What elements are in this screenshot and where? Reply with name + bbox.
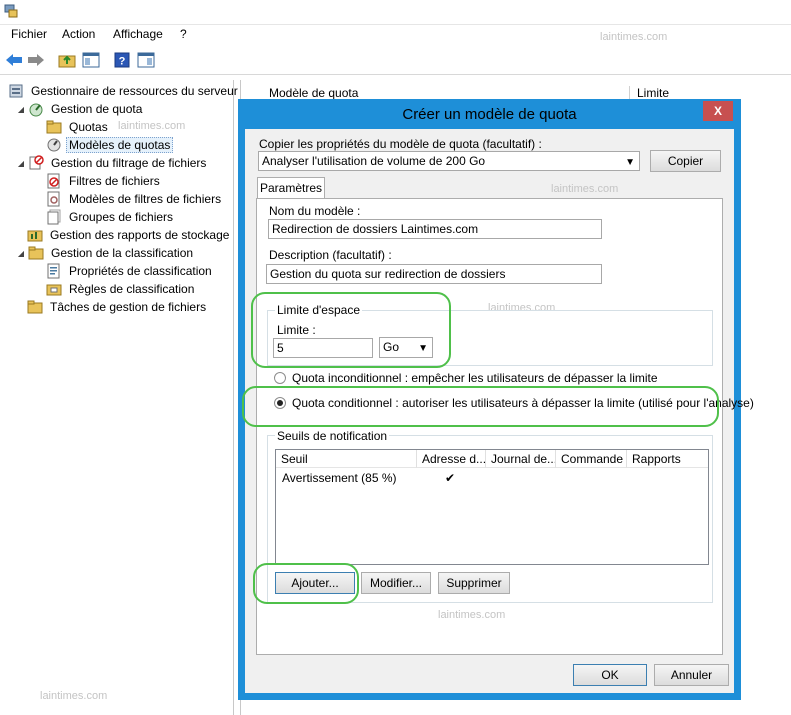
highlight-space-limit: [251, 292, 451, 368]
close-button[interactable]: X: [703, 101, 733, 121]
menu-action[interactable]: Action: [60, 27, 97, 41]
notification-thresholds-label: Seuils de notification: [275, 429, 390, 443]
storage-reports-icon: [27, 230, 43, 242]
tree-item-modeles-filtres[interactable]: Modèles de filtres de fichiers: [46, 190, 224, 208]
tree-item-taches[interactable]: Tâches de gestion de fichiers: [27, 298, 209, 316]
svg-text:?: ?: [119, 56, 126, 68]
expand-arrow-icon[interactable]: ◢: [16, 159, 26, 168]
description-label: Description (facultatif) :: [269, 248, 392, 262]
highlight-soft-quota: [242, 386, 719, 427]
action-pane-button[interactable]: [136, 50, 156, 70]
grid-header-rapports[interactable]: Rapports: [627, 450, 708, 468]
delete-button[interactable]: Supprimer: [438, 572, 510, 594]
copy-properties-label: Copier les propriétés du modèle de quota…: [259, 137, 542, 151]
tree-item-classification[interactable]: ◢ Gestion de la classification: [16, 244, 196, 262]
tree-item-regles[interactable]: Règles de classification: [46, 280, 197, 298]
forward-button[interactable]: [26, 50, 46, 70]
menu-help[interactable]: ?: [178, 27, 189, 41]
server-manager-icon: [4, 4, 18, 18]
action-pane-icon: [137, 52, 155, 68]
thresholds-grid[interactable]: Seuil Adresse d... Journal de... Command…: [275, 449, 709, 565]
console-tree-icon: [82, 52, 100, 68]
threshold-cell: Avertissement (85 %): [282, 471, 397, 485]
file-filter-icon: [47, 173, 60, 189]
watermark: laintimes.com: [118, 120, 186, 132]
expand-arrow-icon[interactable]: ◢: [16, 249, 26, 258]
help-icon: ?: [114, 52, 130, 68]
grid-header-journal[interactable]: Journal de...: [486, 450, 556, 468]
quota-template-icon: [47, 138, 61, 152]
description-input[interactable]: Gestion du quota sur redirection de doss…: [266, 264, 602, 284]
ok-button[interactable]: OK: [573, 664, 647, 686]
folder-up-icon: [58, 55, 76, 68]
help-button[interactable]: ?: [112, 50, 132, 70]
quotas-icon: [46, 120, 62, 134]
tree-item-groupes[interactable]: Groupes de fichiers: [46, 208, 176, 226]
grid-header-commande[interactable]: Commande: [556, 450, 627, 468]
edit-button[interactable]: Modifier...: [361, 572, 431, 594]
template-name-label: Nom du modèle :: [269, 204, 361, 218]
hard-quota-label: Quota inconditionnel : empêcher les util…: [292, 371, 658, 385]
forward-arrow-icon: [28, 54, 44, 66]
expand-arrow-icon[interactable]: ◢: [16, 105, 26, 114]
template-name-input[interactable]: Redirection de dossiers Laintimes.com: [268, 219, 602, 239]
tree-item-filtres[interactable]: Filtres de fichiers: [46, 172, 163, 190]
tree-item-proprietes[interactable]: Propriétés de classification: [46, 262, 215, 280]
watermark: laintimes.com: [438, 609, 506, 621]
tree-item-gestion-quota[interactable]: ◢ Gestion de quota: [16, 100, 145, 118]
filter-template-icon: [47, 191, 60, 207]
back-arrow-icon: [6, 54, 22, 66]
copy-template-combo[interactable]: Analyser l'utilisation de volume de 200 …: [258, 151, 640, 171]
chevron-down-icon: ▼: [625, 157, 635, 168]
highlight-add-button: [253, 563, 359, 604]
copy-button[interactable]: Copier: [650, 150, 721, 172]
classification-property-icon: [47, 263, 60, 279]
email-checkmark-icon: ✔: [445, 471, 456, 485]
watermark: laintimes.com: [551, 183, 619, 195]
console-tree: Gestionnaire de ressources du serveur ◢ …: [0, 80, 238, 715]
back-button[interactable]: [4, 50, 24, 70]
radio-hard-quota[interactable]: [274, 372, 286, 384]
tree-item-modeles-quotas[interactable]: Modèles de quotas: [46, 136, 174, 154]
classification-icon: [28, 246, 44, 260]
tree-root-label: Gestionnaire de ressources du serveur: [31, 84, 238, 98]
watermark: laintimes.com: [600, 31, 668, 43]
dialog-title: Créer un modèle de quota: [402, 106, 577, 123]
tree-item-quotas[interactable]: Quotas: [46, 118, 111, 136]
quota-management-icon: [29, 103, 43, 117]
tree-root[interactable]: Gestionnaire de ressources du serveur: [8, 82, 241, 100]
grid-header-adresse[interactable]: Adresse d...: [417, 450, 486, 468]
menu-affichage[interactable]: Affichage: [111, 27, 165, 41]
toolbar: ?: [0, 46, 791, 75]
tree-item-filtrage[interactable]: ◢ Gestion du filtrage de fichiers: [16, 154, 209, 172]
menu-fichier[interactable]: Fichier: [9, 27, 49, 41]
server-icon: [9, 84, 23, 98]
classification-rule-icon: [46, 284, 62, 296]
show-hide-tree-button[interactable]: [81, 50, 101, 70]
up-folder-button[interactable]: [57, 50, 77, 70]
file-screening-icon: [29, 155, 44, 170]
tree-item-rapports[interactable]: Gestion des rapports de stockage: [27, 226, 232, 244]
table-row[interactable]: Avertissement (85 %) ✔: [276, 469, 708, 487]
file-management-tasks-icon: [27, 300, 43, 314]
cancel-button[interactable]: Annuler: [654, 664, 729, 686]
watermark: laintimes.com: [40, 690, 108, 702]
tab-parametres[interactable]: Paramètres: [257, 177, 325, 199]
menubar: Fichier Action Affichage ? laintimes.com: [0, 25, 791, 45]
window-titlebar: [0, 0, 791, 25]
file-group-icon: [47, 209, 61, 225]
grid-header-seuil[interactable]: Seuil: [276, 450, 417, 468]
